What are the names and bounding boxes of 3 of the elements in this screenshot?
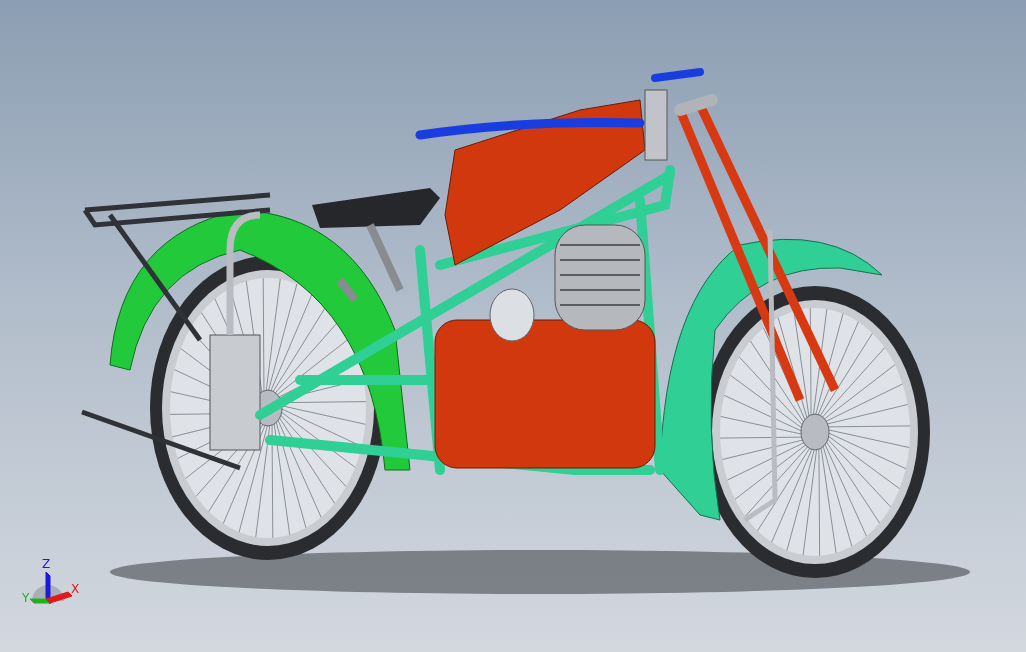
axis-label: Z: [42, 557, 51, 571]
axis-label: Y: [22, 591, 30, 605]
axis-label: X: [71, 582, 80, 596]
